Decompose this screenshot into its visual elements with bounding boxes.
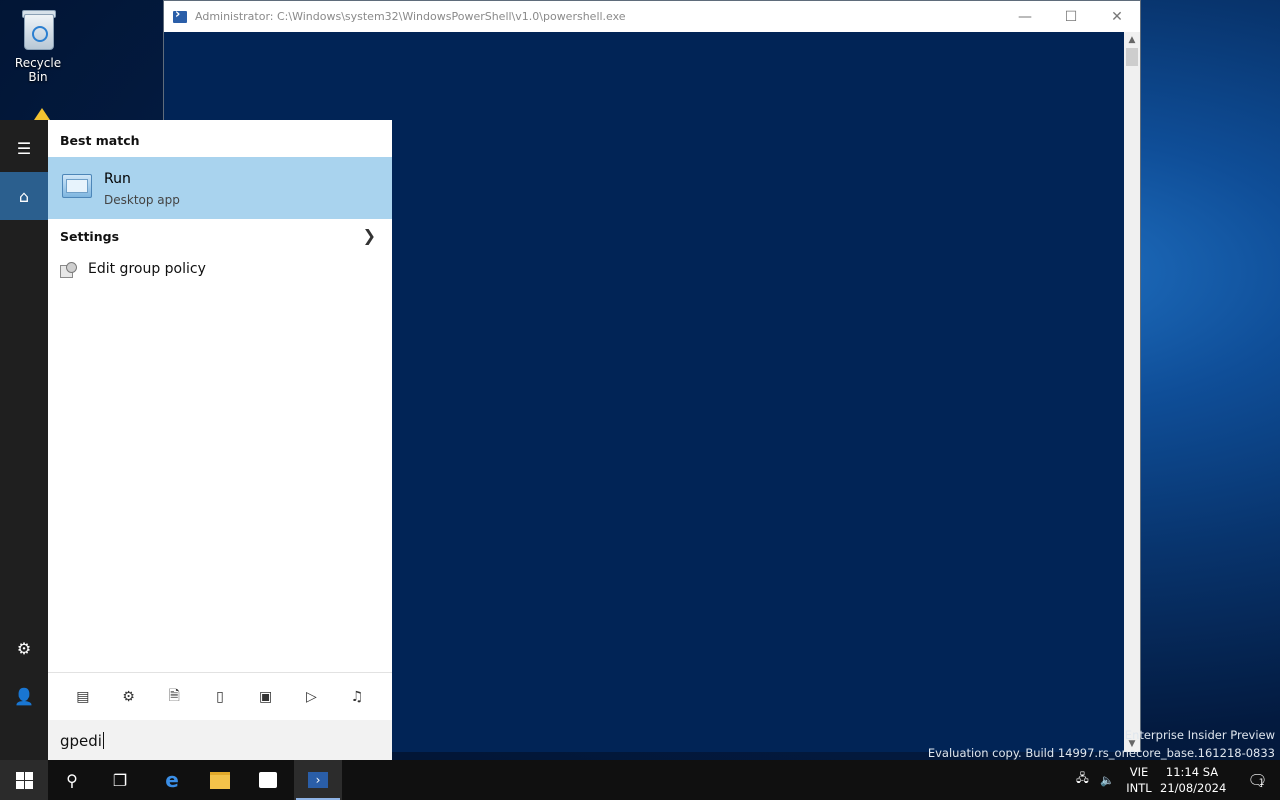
clock[interactable]: 11:14 SA 21/08/2024 bbox=[1160, 764, 1227, 796]
documents-icon[interactable]: 🗎 bbox=[164, 687, 184, 707]
settings-icon[interactable]: ⚙ bbox=[119, 687, 139, 707]
videos-icon[interactable]: ▷ bbox=[301, 687, 321, 707]
windows-logo-icon bbox=[15, 771, 33, 789]
notification-count: 1 bbox=[1258, 778, 1265, 788]
folders-icon[interactable]: ▯ bbox=[210, 687, 230, 707]
settings-heading[interactable]: Settings bbox=[60, 229, 119, 244]
store-icon[interactable] bbox=[244, 760, 292, 800]
action-center-icon[interactable]: 🗨 1 bbox=[1236, 760, 1276, 800]
home-icon[interactable]: ⌂ bbox=[0, 172, 48, 220]
taskbar: ⚲ ❐ e › 🖧 🔈 VIE INTL 11:14 SA 21/08/2024… bbox=[0, 760, 1280, 800]
desktop-shortcut-icon[interactable] bbox=[34, 108, 50, 120]
group-policy-icon bbox=[60, 262, 77, 278]
clock-date: 21/08/2024 bbox=[1160, 781, 1227, 795]
run-app-icon bbox=[62, 174, 92, 198]
volume-muted-icon[interactable]: 🔈 bbox=[1100, 760, 1114, 800]
menu-icon[interactable]: ☰ bbox=[0, 124, 48, 172]
chevron-right-icon[interactable]: ❯ bbox=[363, 226, 376, 245]
best-match-title: Run bbox=[104, 171, 131, 187]
search-input[interactable]: gpedi bbox=[48, 720, 392, 760]
start-button[interactable] bbox=[0, 760, 48, 800]
task-view-icon[interactable]: ❐ bbox=[96, 760, 144, 800]
window-title: Administrator: C:\Windows\system32\Windo… bbox=[195, 10, 626, 23]
settings-item-label: Edit group policy bbox=[88, 261, 206, 277]
best-match-subtitle: Desktop app bbox=[104, 193, 180, 207]
settings-item-edit-group-policy[interactable]: Edit group policy bbox=[48, 258, 392, 284]
text-caret bbox=[102, 732, 104, 749]
network-icon[interactable]: 🖧 bbox=[1076, 760, 1089, 800]
powershell-icon bbox=[173, 7, 187, 23]
powershell-taskbar-icon[interactable]: › bbox=[294, 760, 342, 800]
vertical-scrollbar[interactable]: ▲ ▼ bbox=[1124, 32, 1140, 752]
best-match-run[interactable]: Run Desktop app bbox=[48, 157, 392, 219]
close-button[interactable]: ✕ bbox=[1094, 1, 1140, 32]
language-indicator[interactable]: VIE INTL bbox=[1124, 764, 1154, 796]
clock-time: 11:14 SA bbox=[1165, 765, 1219, 779]
powershell-titlebar[interactable]: Administrator: C:\Windows\system32\Windo… bbox=[164, 1, 1140, 32]
settings-icon[interactable]: ⚙ bbox=[0, 624, 48, 672]
minimize-button[interactable]: — bbox=[1002, 1, 1048, 32]
keyboard-layout: INTL bbox=[1126, 781, 1152, 795]
start-left-rail: ☰ ⌂ ⚙ 👤 bbox=[0, 120, 48, 760]
edge-icon[interactable]: e bbox=[148, 760, 196, 800]
apps-icon[interactable]: ▤ bbox=[73, 687, 93, 707]
recycle-bin-desktop-icon[interactable]: Recycle Bin bbox=[4, 8, 72, 84]
maximize-button[interactable]: ☐ bbox=[1048, 1, 1094, 32]
search-results-pane: Best match Run Desktop app Settings ❯ Ed… bbox=[48, 120, 392, 760]
recycle-bin-label: Recycle Bin bbox=[14, 56, 62, 84]
music-icon[interactable]: ♫ bbox=[347, 687, 367, 707]
search-query-text: gpedi bbox=[60, 732, 102, 750]
desktop-watermark: Enterprise Insider Preview Evaluation co… bbox=[928, 726, 1275, 762]
user-icon[interactable]: 👤 bbox=[0, 672, 48, 720]
recycle-bin-icon bbox=[20, 8, 56, 52]
search-filter-bar: ▤ ⚙ 🗎 ▯ ▣ ▷ ♫ bbox=[48, 672, 392, 720]
best-match-heading: Best match bbox=[60, 133, 140, 148]
watermark-edition: Enterprise Insider Preview bbox=[1124, 728, 1275, 742]
search-icon[interactable]: ⚲ bbox=[48, 760, 96, 800]
search-query: gpedi bbox=[60, 732, 104, 750]
scroll-up-arrow-icon[interactable]: ▲ bbox=[1124, 32, 1140, 48]
language-code: VIE bbox=[1129, 765, 1149, 779]
file-explorer-icon[interactable] bbox=[196, 760, 244, 800]
photos-icon[interactable]: ▣ bbox=[256, 687, 276, 707]
scroll-thumb[interactable] bbox=[1126, 48, 1138, 66]
